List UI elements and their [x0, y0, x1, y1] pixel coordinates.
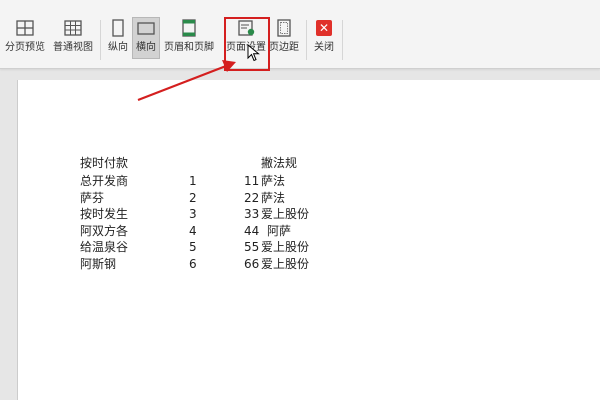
toolbar-separator: [100, 20, 101, 60]
row-name-cell: 阿斯钢: [80, 257, 117, 271]
margins-button[interactable]: 页边距: [268, 18, 300, 60]
header-footer-icon: [182, 19, 196, 37]
toolbar-separator: [342, 20, 343, 60]
landscape-icon: [137, 22, 155, 35]
header-footer-button[interactable]: 页眉和页脚: [163, 18, 215, 60]
margins-icon: [277, 19, 291, 37]
row-text-cell: 爱上股份: [261, 240, 310, 254]
row-text-cell: 萨法: [261, 191, 286, 205]
row-num-cell: 6: [189, 257, 197, 271]
page-break-preview-label: 分页预览: [5, 42, 45, 53]
portrait-label: 纵向: [108, 42, 128, 53]
row-name-cell: 按时发生: [80, 207, 129, 221]
row-val-cell: 44: [244, 224, 260, 238]
row-num-cell: 4: [189, 224, 197, 238]
landscape-button[interactable]: 横向: [132, 18, 160, 60]
row-name-cell: 总开发商: [80, 174, 129, 188]
normal-view-label: 普通视图: [53, 42, 93, 53]
header-footer-label: 页眉和页脚: [164, 42, 214, 53]
portrait-button[interactable]: 纵向: [105, 18, 131, 60]
normal-view-icon: [64, 20, 82, 36]
print-preview-toolbar: 分页预览 普通视图 纵向 横向 页眉和页脚 页面设置 页边距 ✕ 关闭: [0, 0, 600, 69]
header-cell-col3: 撇法规: [261, 156, 298, 170]
row-name-cell: 给温泉谷: [80, 240, 129, 254]
row-num-cell: 2: [189, 191, 197, 205]
row-val-cell: 22: [244, 191, 260, 205]
row-val-cell: 66: [244, 257, 260, 271]
toolbar-separator: [306, 20, 307, 60]
row-name-cell: 阿双方各: [80, 224, 129, 238]
page-break-preview-button[interactable]: 分页预览: [5, 18, 45, 60]
row-name-cell: 萨芬: [80, 191, 105, 205]
header-cell-col1: 按时付款: [80, 156, 129, 170]
row-text-cell: 爱上股份: [261, 207, 310, 221]
row-num-cell: 5: [189, 240, 197, 254]
row-text-cell: 阿萨: [267, 224, 292, 238]
close-icon: ✕: [316, 20, 332, 36]
mouse-cursor-icon: [247, 44, 260, 62]
row-num-cell: 1: [189, 174, 197, 188]
landscape-label: 横向: [136, 42, 156, 53]
row-num-cell: 3: [189, 207, 197, 221]
portrait-icon: [112, 19, 124, 37]
page-break-preview-icon: [16, 20, 34, 36]
row-val-cell: 33: [244, 207, 260, 221]
close-label: 关闭: [314, 42, 334, 53]
margins-label: 页边距: [269, 42, 299, 53]
print-preview-page: 按时付款 撇法规 总开发商 1 11 萨法 萨芬 2 22 萨法 按时发生 3 …: [17, 80, 600, 400]
close-button[interactable]: ✕ 关闭: [311, 18, 337, 60]
row-text-cell: 萨法: [261, 174, 286, 188]
normal-view-button[interactable]: 普通视图: [52, 18, 94, 60]
row-val-cell: 55: [244, 240, 260, 254]
row-val-cell: 11: [244, 174, 260, 188]
row-text-cell: 爱上股份: [261, 257, 310, 271]
